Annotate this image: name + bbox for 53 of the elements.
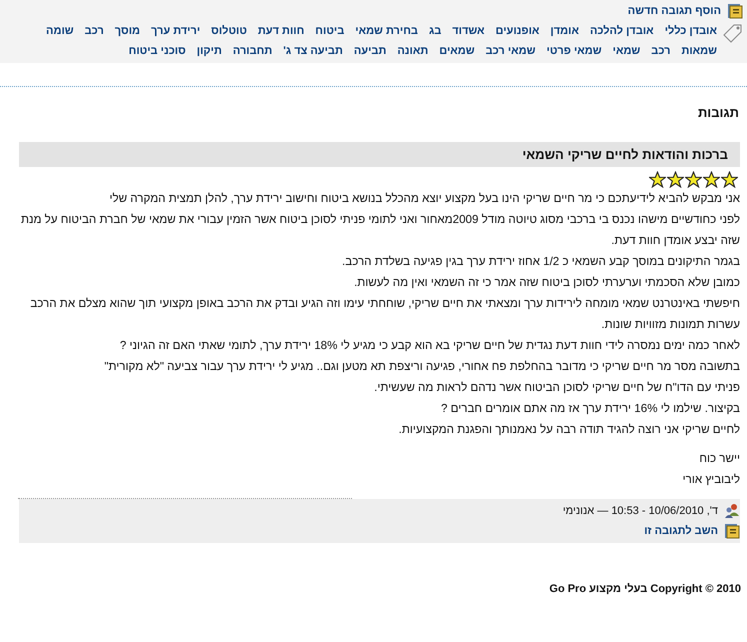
star-icon (703, 171, 720, 188)
tag-link[interactable]: בג (428, 23, 442, 39)
tag-link[interactable]: שמאות (681, 43, 717, 59)
star-icon (721, 171, 738, 188)
tag-link[interactable]: שמאי רכב (486, 43, 536, 59)
document-icon (727, 3, 743, 19)
comment-title: ברכות והודאות לחיים שריקי השמאי (19, 142, 740, 167)
tag-link[interactable]: אומדן (550, 23, 579, 39)
comment-paragraph: לפני כחודשיים מישהו נכנס בי ברכבי מסוג טיוטה מודל 2009מאחור ואני לתומי פניתי לסוכן ביטוח אשר הזמין עבורי את שמאי של חברת הביטוח על מנת שזה יבצע אומדן חוות דעת. (20, 212, 740, 249)
tag-link[interactable]: תביעה צד ג' (283, 43, 343, 59)
tag-link[interactable]: טוטלוס (211, 23, 247, 39)
tag-link[interactable]: שמאי פרטי (546, 43, 602, 59)
tag-link[interactable]: תיקון (196, 43, 222, 59)
tag-link[interactable]: ביטוח (315, 23, 344, 39)
comment-paragraph: לחיים שריקי אני רוצה להגיד תודה רבה על נאמנותך והפגנת המקצועיות. (398, 422, 740, 438)
reply-link[interactable]: השב לתגובה זו (644, 525, 718, 537)
tag-link[interactable]: חוות דעת (258, 23, 304, 39)
copyright-text: Go Pro בעלי מקצוע Copyright © 2010 (548, 583, 741, 595)
tag-link[interactable]: סוכני ביטוח (128, 43, 186, 59)
tag-link[interactable]: תביעה (354, 43, 386, 59)
tag-link[interactable]: רכב (651, 43, 670, 59)
tag-link[interactable]: אופנועים (496, 23, 540, 39)
comment-paragraph: בתשובה מסר מר חיים שריקי כי מדובר בהחלפת פח אחורי, פגיעה וריצפת תא מטען וגם.. מגיע לי ירידת ערך עבור צביעה "לא מקורית" (103, 359, 740, 375)
tag-link[interactable]: תחבורה (232, 43, 272, 59)
comment-paragraph: בגמר התיקונים במוסך קבע השמאי כ 1/2 אחוז ירידת ערך בגין פגיעה בשלדת הרכב. (341, 254, 740, 270)
comment-paragraph: חיפשתי באינטרנט שמאי מומחה לירידות ערך ומצאתי את חיים שריקי, שוחחתי עימו וזה הגיע ובדק את הרכב באופן מקצועי תוך שהוא מצלם את הרכב עשרות תמונות מזוויות שונות. (29, 296, 740, 333)
comment-meta: ד', 10/06/2010 - 10:53 — אנונימי (562, 505, 718, 517)
tag-link[interactable]: אשדוד (452, 23, 485, 39)
tag-link[interactable]: מוסך (114, 23, 140, 39)
star-icon (685, 171, 702, 188)
tag-icon (723, 23, 743, 43)
tag-link[interactable]: בחירת שמאי (355, 23, 418, 39)
tag-link[interactable]: שומה (46, 23, 74, 39)
comment-paragraph: פניתי עם הדו"ח של חיים שריקי לסוכן הביטוח אשר נדהם לראות מה שעשיתי. (373, 380, 740, 396)
star-icon (667, 171, 684, 188)
signature-line: יישר כוח (698, 451, 740, 467)
tag-link[interactable]: אובדן כללי (664, 23, 717, 39)
tag-link[interactable]: רכב (84, 23, 104, 39)
comment-paragraph: כמובן שלא הסכמתי וערערתי לסוכן ביטוח שזה אמר כי זה השמאי ואין מה לעשות. (353, 275, 740, 291)
add-reply-link[interactable]: הוסף תגובה חדשה (628, 5, 721, 17)
users-icon (724, 503, 740, 519)
tag-link[interactable]: תאונה (397, 43, 428, 59)
tag-link[interactable]: שמאי (612, 43, 640, 59)
comment-paragraph: בקיצור. שילמו לי 16% ירידת ערך אז מה אתם אומרים חברים ? (440, 401, 740, 417)
tag-link[interactable]: ירידת ערך (151, 23, 200, 39)
tag-link[interactable]: שמאים (439, 43, 475, 59)
star-icon (649, 171, 666, 188)
signature-line: ליבוביץ אורי (682, 472, 740, 488)
comment-paragraph: לאחר כמה ימים נמסרה לידי חוות דעת נגדית של חיים שריקי בא הוא קבע כי מגיע לי 18% ירידת ערך, לתומי שאתי האם זה הגיוני ? (118, 338, 740, 354)
tag-link[interactable]: אובדן להלכה (590, 23, 654, 39)
comment-paragraph: אני מבקש להביא לידיעתכם כי מר חיים שריקי הינו בעל מקצוע יוצא מהכלל בנושא ביטוח וחישוב ירידת ערך, להלן תמצית המקרה שלי (108, 191, 740, 207)
document-icon (724, 523, 740, 539)
section-heading: תגובות (696, 105, 739, 120)
